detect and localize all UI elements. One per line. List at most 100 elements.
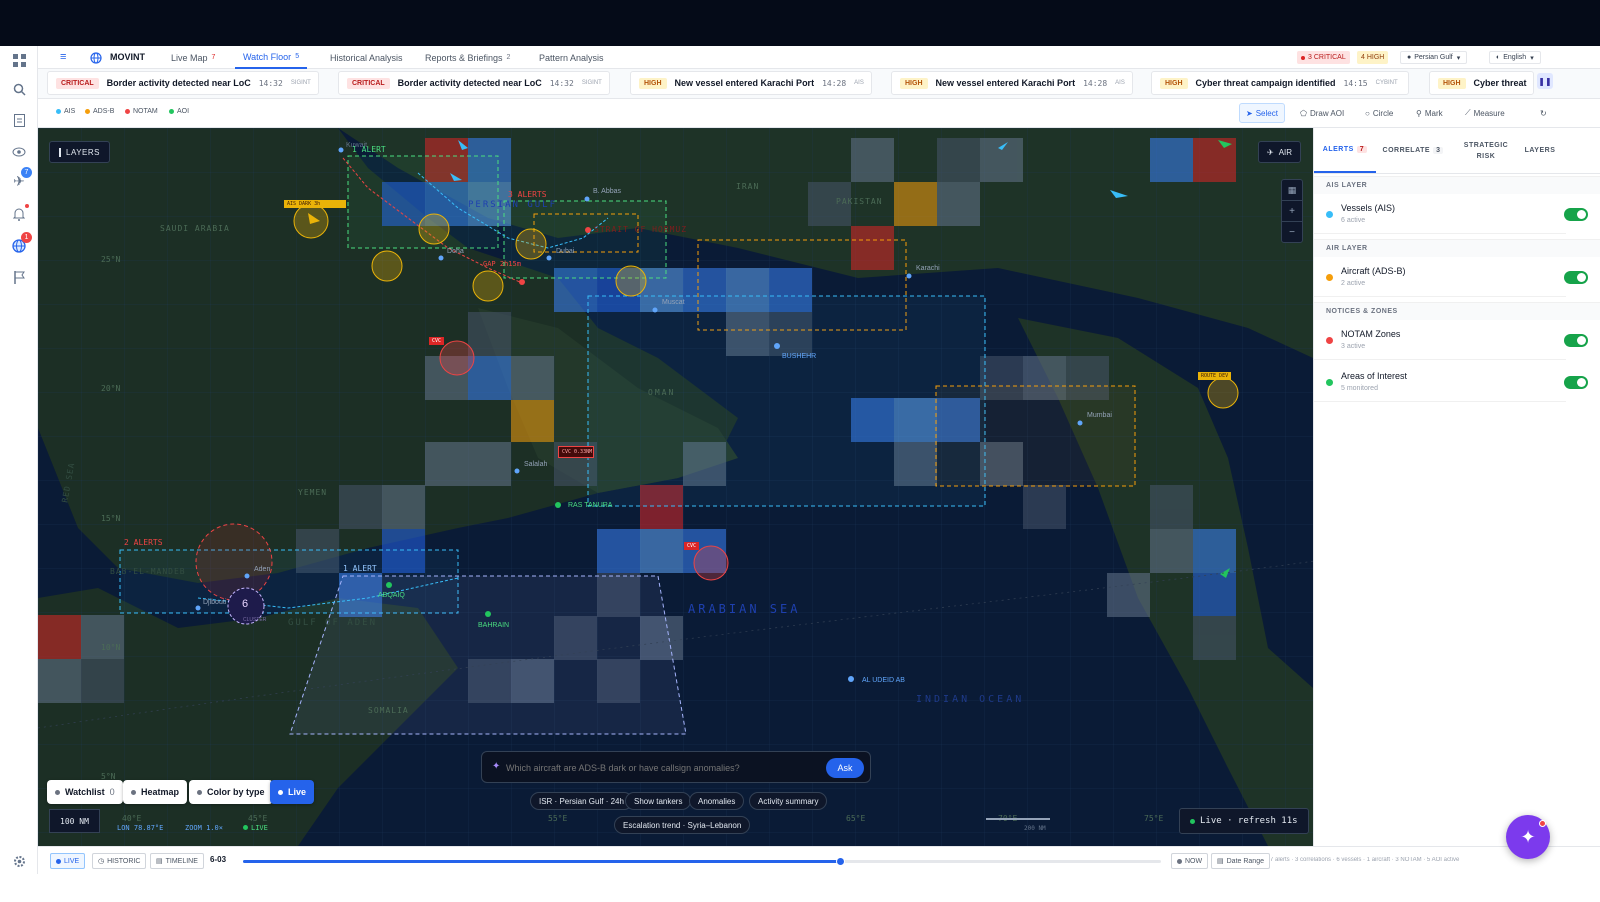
tab-live-map[interactable]: Live Map 7 bbox=[163, 46, 223, 69]
ask-button[interactable]: Ask bbox=[826, 758, 864, 778]
cvc-badge[interactable]: CVC bbox=[429, 337, 445, 345]
ticker-item[interactable]: HIGH Cyber threat bbox=[1429, 71, 1534, 95]
timeline-button[interactable]: ▤ TIMELINE bbox=[150, 853, 204, 869]
live-mode-button[interactable]: LIVE bbox=[50, 853, 86, 869]
now-button[interactable]: NOW bbox=[1171, 853, 1209, 869]
bottom-spacer bbox=[0, 874, 1600, 902]
ticker-source: AIS bbox=[1115, 80, 1125, 86]
globe-icon[interactable]: 1 bbox=[9, 232, 32, 256]
ticker-source: SIGINT bbox=[290, 80, 311, 86]
settings-icon[interactable] bbox=[9, 851, 29, 871]
live-button[interactable]: Live bbox=[270, 780, 315, 804]
suggestion-chip[interactable]: Escalation trend · Syria–Lebanon bbox=[614, 816, 751, 834]
suggestion-chip[interactable]: ISR · Persian Gulf · 24h bbox=[530, 792, 633, 810]
eye-icon[interactable] bbox=[9, 142, 29, 162]
latitude-label: 20°N bbox=[101, 384, 121, 393]
draw-aoi-tool[interactable]: ⬠ Draw AOI bbox=[1294, 103, 1350, 123]
dashboard-icon[interactable] bbox=[9, 50, 29, 70]
air-filter-button[interactable]: ✈ AIR bbox=[1258, 141, 1302, 163]
tab-strategic-risk[interactable]: STRATEGIC RISK bbox=[1454, 128, 1518, 173]
date-range-button[interactable]: ▤ Date Range bbox=[1211, 853, 1270, 869]
layers-button[interactable]: LAYERS bbox=[49, 141, 110, 163]
tab-historical-analysis[interactable]: Historical Analysis bbox=[322, 46, 411, 69]
layer-row-vessels[interactable]: Vessels (AIS) 6 active bbox=[1314, 194, 1588, 234]
color-by-type-button[interactable]: Color by type bbox=[189, 780, 273, 804]
latitude-label: 15°N bbox=[101, 514, 121, 523]
tab-correlate[interactable]: CORRELATE 3 bbox=[1376, 128, 1450, 173]
watchlist-button[interactable]: Watchlist 0 bbox=[47, 780, 123, 804]
flag-icon[interactable] bbox=[9, 267, 29, 287]
tab-watch-floor[interactable]: Watch Floor 5 bbox=[235, 46, 308, 69]
alert-count-label[interactable]: 1 ALERT bbox=[343, 564, 377, 573]
map-canvas[interactable]: SAUDI ARABIA PERSIAN GULF IRAN PAKISTAN … bbox=[38, 128, 1313, 846]
ask-input[interactable] bbox=[506, 758, 816, 778]
grid-icon[interactable]: ▦ bbox=[1282, 180, 1302, 201]
historic-mode-button[interactable]: ◷ HISTORIC bbox=[92, 853, 147, 869]
ticker-item[interactable]: HIGH Cyber threat campaign identified 14:1… bbox=[1151, 71, 1409, 95]
scale-indicator: 100 NM bbox=[49, 809, 100, 833]
region-label: PAKISTAN bbox=[836, 197, 883, 206]
tab-alerts[interactable]: ALERTS 7 bbox=[1314, 128, 1376, 173]
button-label: Heatmap bbox=[141, 787, 180, 797]
zoom-control: ▦ + − bbox=[1281, 179, 1303, 243]
ticker-item[interactable]: HIGH New vessel entered Karachi Port 14:28… bbox=[630, 71, 872, 95]
critical-badge[interactable]: 3 CRITICAL bbox=[1297, 51, 1350, 64]
tab-count: 5 bbox=[295, 53, 300, 60]
tab-pattern-analysis[interactable]: Pattern Analysis bbox=[531, 46, 612, 69]
measure-tool[interactable]: ⟋ Measure bbox=[1459, 103, 1511, 123]
ruler-icon: ⟋ bbox=[1465, 108, 1471, 117]
tab-layers[interactable]: LAYERS bbox=[1514, 128, 1566, 173]
suggestion-chip[interactable]: Show tankers bbox=[625, 792, 692, 810]
bell-icon[interactable] bbox=[9, 204, 29, 224]
vessels-toggle[interactable] bbox=[1564, 208, 1588, 221]
heatmap-button[interactable]: Heatmap bbox=[123, 780, 188, 804]
chevron-down-icon: ▾ bbox=[1456, 54, 1461, 62]
route-deviation-badge[interactable]: ROUTE DEV bbox=[1198, 372, 1232, 380]
tab-count: 3 bbox=[1433, 147, 1444, 154]
mark-tool[interactable]: ⚲ Mark bbox=[1410, 103, 1449, 123]
city-label: Muscat bbox=[662, 299, 685, 306]
cvc-distance-badge[interactable]: CVC 0.33NM bbox=[558, 446, 594, 458]
alert-count-label[interactable]: 3 ALERTS bbox=[508, 190, 547, 199]
refresh-button[interactable]: ↻ bbox=[1534, 103, 1553, 123]
language-select[interactable]: ◐ English ▾ bbox=[1489, 51, 1541, 64]
aircraft-toggle[interactable] bbox=[1564, 271, 1588, 284]
layer-row-aircraft[interactable]: Aircraft (ADS-B) 2 active bbox=[1314, 257, 1588, 297]
suggestion-chip[interactable]: Anomalies bbox=[689, 792, 745, 810]
search-icon[interactable] bbox=[9, 79, 29, 99]
cvc-badge[interactable]: CVC bbox=[684, 542, 700, 550]
notam-toggle[interactable] bbox=[1564, 334, 1588, 347]
layer-row-aoi[interactable]: Areas of Interest 5 monitored bbox=[1314, 362, 1588, 402]
mode-label: TIMELINE bbox=[165, 857, 198, 865]
zoom-in-button[interactable]: + bbox=[1282, 201, 1302, 222]
pause-ticker-button[interactable]: ❚❚ bbox=[1537, 73, 1553, 89]
tool-label: Draw AOI bbox=[1309, 108, 1345, 118]
layer-row-notam[interactable]: NOTAM Zones 3 active bbox=[1314, 320, 1588, 360]
ais-dark-badge[interactable]: AIS DARK 3h bbox=[284, 200, 346, 208]
alert-count-label[interactable]: 2 ALERTS bbox=[124, 538, 163, 547]
high-badge[interactable]: 4 HIGH bbox=[1357, 51, 1389, 64]
city-label: Salalah bbox=[524, 461, 548, 468]
menu-icon[interactable]: ≡ bbox=[60, 51, 72, 63]
region-select[interactable]: ● Persian Gulf ▾ bbox=[1400, 51, 1468, 64]
select-tool[interactable]: ➤ Select bbox=[1239, 103, 1285, 123]
zoom-out-button[interactable]: − bbox=[1282, 222, 1302, 243]
aoi-toggle[interactable] bbox=[1564, 376, 1588, 389]
live-indicator: LIVE bbox=[243, 824, 268, 832]
assistant-button[interactable]: ✦ bbox=[1506, 815, 1550, 859]
ticker-title: Border activity detected near LoC bbox=[397, 78, 542, 88]
tab-reports-briefings[interactable]: Reports & Briefings 2 bbox=[417, 46, 518, 69]
suggestion-chip[interactable]: Activity summary bbox=[749, 792, 828, 810]
cluster-count[interactable]: 6 bbox=[242, 598, 248, 610]
ticker-item[interactable]: CRITICAL Border activity detected near Lo… bbox=[47, 71, 319, 95]
ticker-item[interactable]: HIGH New vessel entered Karachi Port 14:28… bbox=[891, 71, 1133, 95]
aircraft-icon[interactable]: ✈ 7 bbox=[9, 167, 32, 191]
timeline-track[interactable] bbox=[243, 857, 1161, 866]
ticker-item[interactable]: CRITICAL Border activity detected near Lo… bbox=[338, 71, 610, 95]
severity-badge: HIGH bbox=[639, 77, 667, 89]
alert-count-label[interactable]: 1 ALERT bbox=[352, 145, 386, 154]
timeline-handle[interactable] bbox=[835, 857, 845, 866]
layers-label: LAYERS bbox=[66, 147, 100, 157]
circle-tool[interactable]: ○ Circle bbox=[1359, 103, 1399, 123]
document-icon[interactable] bbox=[9, 110, 29, 130]
